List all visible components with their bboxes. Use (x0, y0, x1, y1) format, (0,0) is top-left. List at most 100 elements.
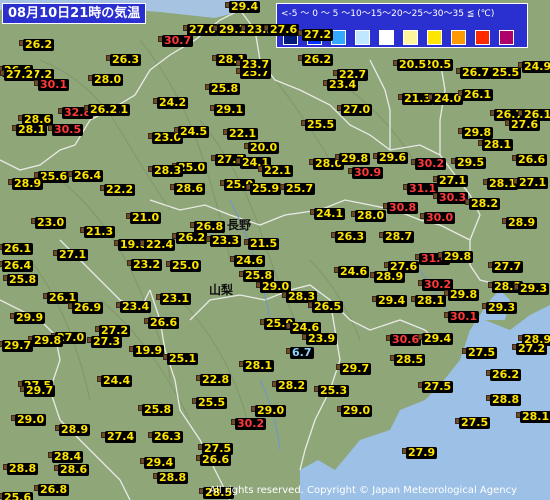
temperature-value: 29.7 (24, 384, 56, 397)
temperature-value: 22.2 (104, 183, 136, 196)
temperature-value: 25.0 (170, 259, 202, 272)
temperature-value: 27.2 (302, 28, 334, 41)
temperature-value: 27.3 (91, 335, 123, 348)
temperature-value: 23.9 (306, 332, 338, 345)
temperature-value: 27.7 (492, 260, 524, 273)
temperature-value: 29.8 (442, 250, 474, 263)
temperature-value: 29.8 (339, 152, 371, 165)
temperature-value: 30.2 (235, 417, 267, 430)
temperature-value: 28.6 (58, 463, 90, 476)
temperature-value: 24.6 (234, 254, 266, 267)
legend-scale: <-5 ～ 0 ～ 5 ～10～15～20～25～30～35 ≦ (℃) (281, 9, 495, 19)
temperature-value: 26.6 (516, 153, 548, 166)
temperature-value: 28.1 (520, 410, 550, 423)
temperature-value: 23.1 (160, 292, 192, 305)
temperature-value: 30.2 (415, 157, 447, 170)
temperature-value: 30.1 (448, 310, 480, 323)
temperature-value: 26.2 (176, 231, 208, 244)
temperature-value: 29.6 (377, 151, 409, 164)
temperature-value: 28.3 (152, 164, 184, 177)
temperature-value: 26.4 (2, 259, 34, 272)
temperature-value: 28.1 (16, 123, 48, 136)
temperature-value: 28.9 (506, 216, 538, 229)
temperature-value: 23.2 (131, 258, 163, 271)
temperature-value: 28.1 (482, 138, 514, 151)
temperature-value: 28.2 (276, 379, 308, 392)
temperature-value: 26.6 (148, 316, 180, 329)
legend-swatch (355, 30, 370, 45)
temperature-value: 26.1 (2, 242, 34, 255)
temperature-value: 28.8 (7, 462, 39, 475)
temperature-value: 26.9 (72, 301, 104, 314)
temperature-value: 24.6 (338, 265, 370, 278)
temperature-value: 24.4 (101, 374, 133, 387)
temperature-value: 27.6 (509, 118, 541, 131)
temperature-value: 22.1 (227, 127, 259, 140)
temperature-value: 27.2 (516, 342, 548, 355)
temperature-value: 28.8 (157, 471, 189, 484)
temperature-value: 27.1 (57, 248, 89, 261)
temperature-value: 25.5 (305, 118, 337, 131)
temperature-value: 28.1 (243, 359, 275, 372)
temperature-value: 30.3 (437, 191, 469, 204)
temperature-value: 28.9 (59, 423, 91, 436)
temperature-value: 19.9 (133, 344, 165, 357)
temperature-value: 29.9 (14, 311, 46, 324)
temperature-value: 28.2 (469, 197, 501, 210)
temperature-value: 29.4 (144, 456, 176, 469)
legend-swatch (427, 30, 442, 45)
temperature-value: 28.5 (394, 353, 426, 366)
temperature-value: 28.7 (383, 230, 415, 243)
temperature-value: 29.7 (340, 362, 372, 375)
temperature-value: 24.9 (522, 61, 550, 73)
temperature-value: 27.6 (268, 23, 300, 36)
legend-swatch (475, 30, 490, 45)
temperature-value: 29.4 (422, 332, 454, 345)
temperature-value: 21.5 (248, 237, 280, 250)
temperature-value: 23.3 (210, 234, 242, 247)
temperature-value: 25.7 (284, 182, 316, 195)
temperature-value: 23.7 (240, 58, 272, 71)
temperature-legend: <-5 ～ 0 ～ 5 ～10～15～20～25～30～35 ≦ (℃) (276, 3, 528, 48)
temperature-value: 29.4 (229, 0, 261, 13)
temperature-value: 23.4 (120, 300, 152, 313)
temperature-value: 26.5 (312, 300, 344, 313)
temperature-value: 28.6 (174, 182, 206, 195)
temperature-value: 26.6 (200, 453, 232, 466)
temperature-value: 22.1 (262, 164, 294, 177)
temperature-value: 26.2 (23, 38, 55, 51)
temperature-value: 24.2 (157, 96, 189, 109)
temperature-value: 25.3 (318, 384, 350, 397)
temperature-value: 20.0 (248, 141, 280, 154)
city-label-nagano: 長野 (227, 218, 252, 232)
temperature-value: 27.4 (105, 430, 137, 443)
temperature-value: 22.8 (200, 373, 232, 386)
legend-swatch (451, 30, 466, 45)
temperature-value: 25.8 (142, 403, 174, 416)
temperature-value: 26.4 (72, 169, 104, 182)
temperature-value: 29.7 (2, 339, 34, 352)
temperature-value: 28.8 (490, 393, 522, 406)
temperature-value: 30.1 (38, 78, 70, 91)
temperature-value: 28.1 (415, 294, 447, 307)
temperature-value: 30.9 (352, 166, 384, 179)
temperature-value: 29.3 (486, 301, 518, 314)
temperature-value: 25.8 (209, 82, 241, 95)
temperature-value: 26.8 (38, 483, 70, 496)
temperature-value: 29.1 (214, 103, 246, 116)
temperature-value: 26.3 (152, 430, 184, 443)
temperature-value: 29.8 (448, 288, 480, 301)
temperature-value: 20.5 (397, 58, 429, 71)
legend-swatch (331, 30, 346, 45)
temperature-value: 30.5 (52, 123, 84, 136)
temperature-value: 22.4 (144, 238, 176, 251)
temperature-value: 24.5 (178, 125, 210, 138)
temperature-value: 28.0 (355, 209, 387, 222)
copyright-notice: All rights reserved. Copyright © Japan M… (209, 485, 517, 496)
temperature-value: 24.1 (314, 207, 346, 220)
temperature-value: 27.5 (466, 346, 498, 359)
temperature-value: 27.9 (406, 446, 438, 459)
temperature-value: 28.4 (52, 450, 84, 463)
temperature-value: 26.2 (302, 53, 334, 66)
temperature-value: 27.2 (4, 68, 36, 81)
